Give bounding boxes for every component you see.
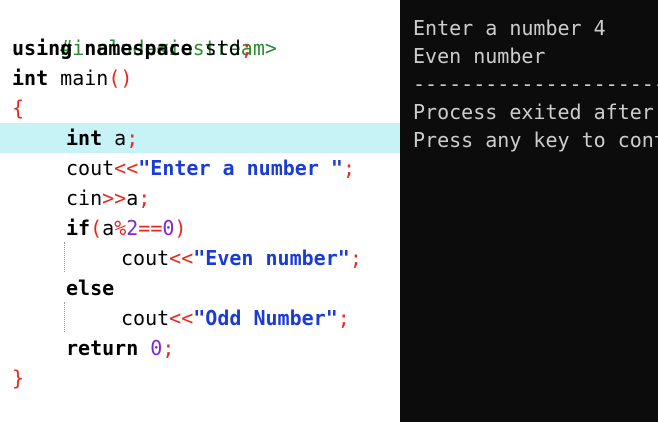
identifier-a: a	[114, 126, 127, 150]
open-paren: (	[90, 216, 103, 240]
stream-out-operator: <<	[169, 306, 194, 330]
stream-in-operator: >>	[102, 186, 127, 210]
number-literal: 0	[162, 216, 175, 240]
console-output-prompt: Enter a number 4	[413, 16, 606, 40]
console-press-any-key: Press any key to continue	[413, 128, 658, 152]
code-line-cout-prompt[interactable]: cout<<"Enter a number ";	[0, 153, 400, 183]
keyword-int: int	[12, 66, 49, 90]
keyword-if: if	[66, 216, 91, 240]
string-literal: "Odd Number"	[193, 306, 338, 330]
stream-out-operator: <<	[169, 246, 194, 270]
keyword-int: int	[66, 126, 103, 150]
semicolon: ;	[349, 246, 362, 270]
semicolon: ;	[138, 186, 151, 210]
keyword-using: using	[12, 36, 73, 60]
code-line-open-brace[interactable]: {	[0, 93, 400, 123]
identifier-cout: cout	[66, 156, 115, 180]
code-line-else[interactable]: else	[0, 273, 400, 303]
number-literal: 0	[150, 336, 163, 360]
console-window[interactable]: Enter a number 4 Even number -----------…	[400, 0, 658, 422]
code-line-using[interactable]: using namespace std;	[0, 33, 400, 63]
equality-operator: ==	[138, 216, 163, 240]
code-line-include[interactable]: #include<iostream>	[0, 3, 400, 60]
identifier-a: a	[102, 216, 115, 240]
semicolon: ;	[342, 156, 356, 180]
identifier-cin: cin	[66, 186, 103, 210]
console-process-exited: Process exited after	[413, 100, 654, 124]
string-literal: "Even number"	[193, 246, 350, 270]
semicolon: ;	[240, 36, 253, 60]
close-brace: }	[12, 366, 25, 390]
keyword-else: else	[66, 276, 115, 300]
code-line-cout-even[interactable]: cout<<"Even number";	[0, 243, 400, 273]
console-output-result: Even number	[413, 44, 546, 68]
identifier-main: main	[60, 66, 109, 90]
identifier-std: std	[204, 36, 241, 60]
identifier-a: a	[126, 186, 139, 210]
keyword-return: return	[66, 336, 139, 360]
code-line-cout-odd[interactable]: cout<<"Odd Number";	[0, 303, 400, 333]
parentheses: ()	[108, 66, 133, 90]
semicolon: ;	[162, 336, 175, 360]
code-editor[interactable]: #include<iostream> using namespace std; …	[0, 0, 400, 422]
code-line-return[interactable]: return 0;	[0, 333, 400, 363]
code-line-close-brace[interactable]: }	[0, 363, 400, 393]
semicolon: ;	[337, 306, 350, 330]
code-line-declare-a[interactable]: int a;	[0, 123, 400, 153]
console-separator: --------------------------------	[413, 72, 658, 96]
number-literal: 2	[126, 216, 139, 240]
semicolon: ;	[126, 126, 139, 150]
keyword-namespace: namespace	[84, 36, 193, 60]
stream-out-operator: <<	[114, 156, 139, 180]
open-brace: {	[12, 96, 25, 120]
identifier-cout: cout	[121, 246, 170, 270]
code-line-if[interactable]: if(a%2==0)	[0, 213, 400, 243]
code-line-cin[interactable]: cin>>a;	[0, 183, 400, 213]
identifier-cout: cout	[121, 306, 170, 330]
string-literal: "Enter a number "	[138, 156, 343, 180]
modulo-operator: %	[114, 216, 127, 240]
close-paren: )	[174, 216, 187, 240]
code-line-main[interactable]: int main()	[0, 63, 400, 93]
